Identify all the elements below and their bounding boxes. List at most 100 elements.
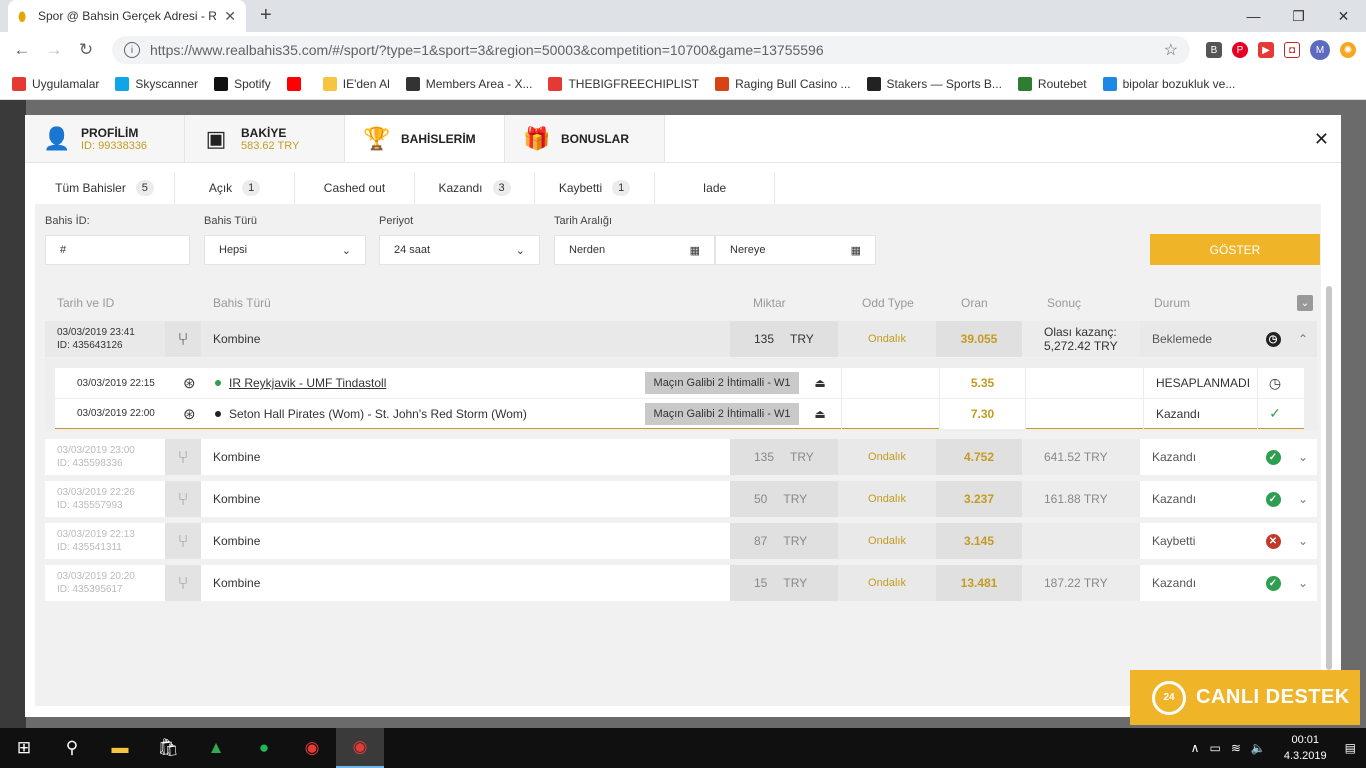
filter-tab[interactable]: Açık 1 bbox=[175, 172, 295, 204]
close-tab-icon[interactable]: ✕ bbox=[224, 8, 236, 25]
chevron-down-icon[interactable]: ⌄ bbox=[1290, 565, 1316, 601]
close-modal-icon[interactable]: ✕ bbox=[1314, 129, 1329, 150]
bet-id-input[interactable]: # bbox=[45, 235, 190, 265]
close-window-icon[interactable]: ✕ bbox=[1321, 0, 1366, 32]
new-tab-icon[interactable]: + bbox=[260, 4, 272, 27]
bet-row[interactable]: 03/03/2019 23:41 ID: 435643126 ⑂ Kombine 135… bbox=[45, 321, 1317, 357]
pinterest-icon[interactable]: P bbox=[1232, 42, 1248, 58]
forward-icon[interactable]: → bbox=[42, 38, 66, 62]
info-icon[interactable]: ⏏ bbox=[799, 407, 841, 421]
windows-start-icon[interactable]: ⊞ bbox=[0, 728, 48, 768]
bookmark-favicon-icon bbox=[548, 76, 563, 91]
match-name[interactable]: IR Reykjavik - UMF Tindastoll bbox=[229, 376, 386, 390]
show-button[interactable]: GÖSTER bbox=[1150, 234, 1320, 265]
date-from-input[interactable]: Nerden ▦ bbox=[554, 235, 715, 265]
extension-play-icon[interactable]: ▶ bbox=[1258, 42, 1274, 58]
notifications-icon[interactable]: ▤ bbox=[1345, 741, 1356, 755]
maximize-icon[interactable]: ❐ bbox=[1276, 0, 1321, 32]
store-icon[interactable]: 🛍 bbox=[144, 728, 192, 768]
chrome-icon[interactable]: ◉ bbox=[288, 728, 336, 768]
spotify-icon[interactable]: ● bbox=[240, 728, 288, 768]
bet-row[interactable]: 03/03/2019 23:00 ID: 435598336 ⑂ Kombine 135… bbox=[45, 439, 1317, 475]
extension-b-icon[interactable]: B bbox=[1206, 42, 1222, 58]
bookmark-item[interactable]: Skyscanner bbox=[115, 76, 198, 91]
google-drive-icon[interactable]: ▲ bbox=[192, 728, 240, 768]
date-to-input[interactable]: Nereye ▦ bbox=[715, 235, 876, 265]
left-sidebar-strip bbox=[0, 100, 26, 728]
chrome-active-icon[interactable]: ◉ bbox=[336, 728, 384, 768]
filter-tab[interactable]: Iade bbox=[655, 172, 775, 204]
bookmark-item[interactable]: Routebet bbox=[1017, 76, 1087, 91]
chevron-up-icon[interactable]: ⌃ bbox=[1290, 321, 1316, 357]
bookmark-item[interactable] bbox=[286, 76, 307, 91]
filter-tab[interactable]: Kaybetti 1 bbox=[535, 172, 655, 204]
bet-currency: TRY bbox=[790, 450, 814, 464]
bookmark-favicon-icon bbox=[115, 76, 130, 91]
filter-tab[interactable]: Cashed out bbox=[295, 172, 415, 204]
minimize-icon[interactable]: — bbox=[1231, 0, 1276, 32]
chevron-down-icon[interactable]: ⌄ bbox=[1290, 523, 1316, 559]
bookmark-item[interactable]: Stakers — Sports B... bbox=[866, 76, 1002, 91]
taskbar-clock[interactable]: 00:01 4.3.2019 bbox=[1284, 732, 1327, 764]
bet-amount: 15 TRY bbox=[730, 565, 838, 601]
bookmark-star-icon[interactable]: ☆ bbox=[1164, 40, 1178, 60]
check-icon: ✓ bbox=[1265, 575, 1281, 591]
tab-profile[interactable]: 👤 PROFİLİM ID: 99338336 bbox=[25, 115, 185, 162]
live-support-button[interactable]: 24 CANLI DESTEK bbox=[1130, 670, 1360, 725]
tab-bonuses[interactable]: 🎁 BONUSLAR bbox=[505, 115, 665, 162]
selection-date: 03/03/2019 22:15 bbox=[77, 377, 155, 389]
bookmark-item[interactable]: Uygulamalar bbox=[12, 76, 99, 91]
calendar-icon[interactable]: ▦ bbox=[851, 244, 861, 257]
profile-avatar[interactable]: M bbox=[1310, 40, 1330, 60]
bookmark-item[interactable]: IE'den Al bbox=[322, 76, 390, 91]
modal-scrollbar[interactable] bbox=[1326, 286, 1332, 670]
wifi-icon[interactable]: ≋ bbox=[1231, 741, 1241, 755]
extension-sun-icon[interactable]: ✺ bbox=[1340, 42, 1356, 58]
bookmark-item[interactable]: THEBIGFREECHIPLIST bbox=[548, 76, 699, 91]
period-select[interactable]: 24 saat ⌄ bbox=[379, 235, 540, 265]
selection-match[interactable]: IR Reykjavik - UMF Tindastoll bbox=[203, 376, 645, 390]
bet-row[interactable]: 03/03/2019 22:13 ID: 435541311 ⑂ Kombine 87 T… bbox=[45, 523, 1317, 559]
chevron-down-icon[interactable]: ⌄ bbox=[1290, 439, 1316, 475]
reload-icon[interactable]: ↻ bbox=[74, 38, 98, 62]
info-icon[interactable]: i bbox=[124, 42, 140, 58]
bet-date: 03/03/2019 20:20 bbox=[57, 571, 135, 582]
file-explorer-icon[interactable]: ▬ bbox=[96, 728, 144, 768]
match-name: Seton Hall Pirates (Wom) - St. John's Re… bbox=[229, 406, 527, 421]
header-odd-type: Odd Type bbox=[862, 296, 914, 310]
bet-status-icon-cell: ✓ bbox=[1256, 439, 1290, 475]
bet-row[interactable]: 03/03/2019 20:20 ID: 435395617 ⑂ Kombine 15 T… bbox=[45, 565, 1317, 601]
tray-chevron-icon[interactable]: ∧ bbox=[1191, 741, 1200, 755]
selection-status-text: HESAPLANMADI bbox=[1143, 368, 1257, 398]
period-value: 24 saat bbox=[394, 244, 431, 256]
battery-icon[interactable]: ▭ bbox=[1209, 741, 1220, 755]
calendar-icon[interactable]: ▦ bbox=[690, 244, 700, 257]
search-icon[interactable]: ⚲ bbox=[48, 728, 96, 768]
collapse-all-icon[interactable]: ⌄ bbox=[1297, 295, 1313, 311]
bookmark-item[interactable]: Members Area - X... bbox=[405, 76, 532, 91]
chevron-down-icon[interactable]: ⌄ bbox=[1290, 481, 1316, 517]
bet-odd-type: Ondalık bbox=[838, 523, 936, 559]
back-icon[interactable]: ← bbox=[10, 38, 34, 62]
extension-shield-icon[interactable]: ◘ bbox=[1284, 42, 1300, 58]
tab-my-bets[interactable]: 🏆 BAHİSLERİM bbox=[345, 115, 505, 162]
address-bar[interactable]: i https://www.realbahis35.com/#/sport/?t… bbox=[112, 36, 1190, 64]
bookmark-item[interactable]: Raging Bull Casino ... bbox=[715, 76, 851, 91]
combo-icon: ⑂ bbox=[165, 565, 201, 601]
browser-tab[interactable]: ⬮ Spor @ Bahsin Gerçek Adresi - R ✕ bbox=[8, 0, 246, 32]
profile-id: ID: 99338336 bbox=[81, 139, 148, 152]
tab-balance[interactable]: ▣ BAKİYE 583.62 TRY bbox=[185, 115, 345, 162]
filter-tab[interactable]: Tüm Bahisler 5 bbox=[35, 172, 175, 204]
bet-amount-value: 135 bbox=[754, 332, 775, 346]
bet-odd-type: Ondalık bbox=[838, 439, 936, 475]
bet-date: 03/03/2019 23:00 bbox=[57, 445, 135, 456]
bet-type-select[interactable]: Hepsi ⌄ bbox=[204, 235, 366, 265]
bookmark-item[interactable]: Spotify bbox=[214, 76, 271, 91]
url-text[interactable]: https://www.realbahis35.com/#/sport/?typ… bbox=[150, 42, 1154, 58]
info-icon[interactable]: ⏏ bbox=[799, 376, 841, 390]
volume-icon[interactable]: 🔈 bbox=[1251, 741, 1266, 755]
header-result: Sonuç bbox=[1047, 296, 1082, 310]
filter-tab[interactable]: Kazandı 3 bbox=[415, 172, 535, 204]
bookmark-item[interactable]: bipolar bozukluk ve... bbox=[1102, 76, 1235, 91]
bet-row[interactable]: 03/03/2019 22:26 ID: 435557993 ⑂ Kombine 50 T… bbox=[45, 481, 1317, 517]
